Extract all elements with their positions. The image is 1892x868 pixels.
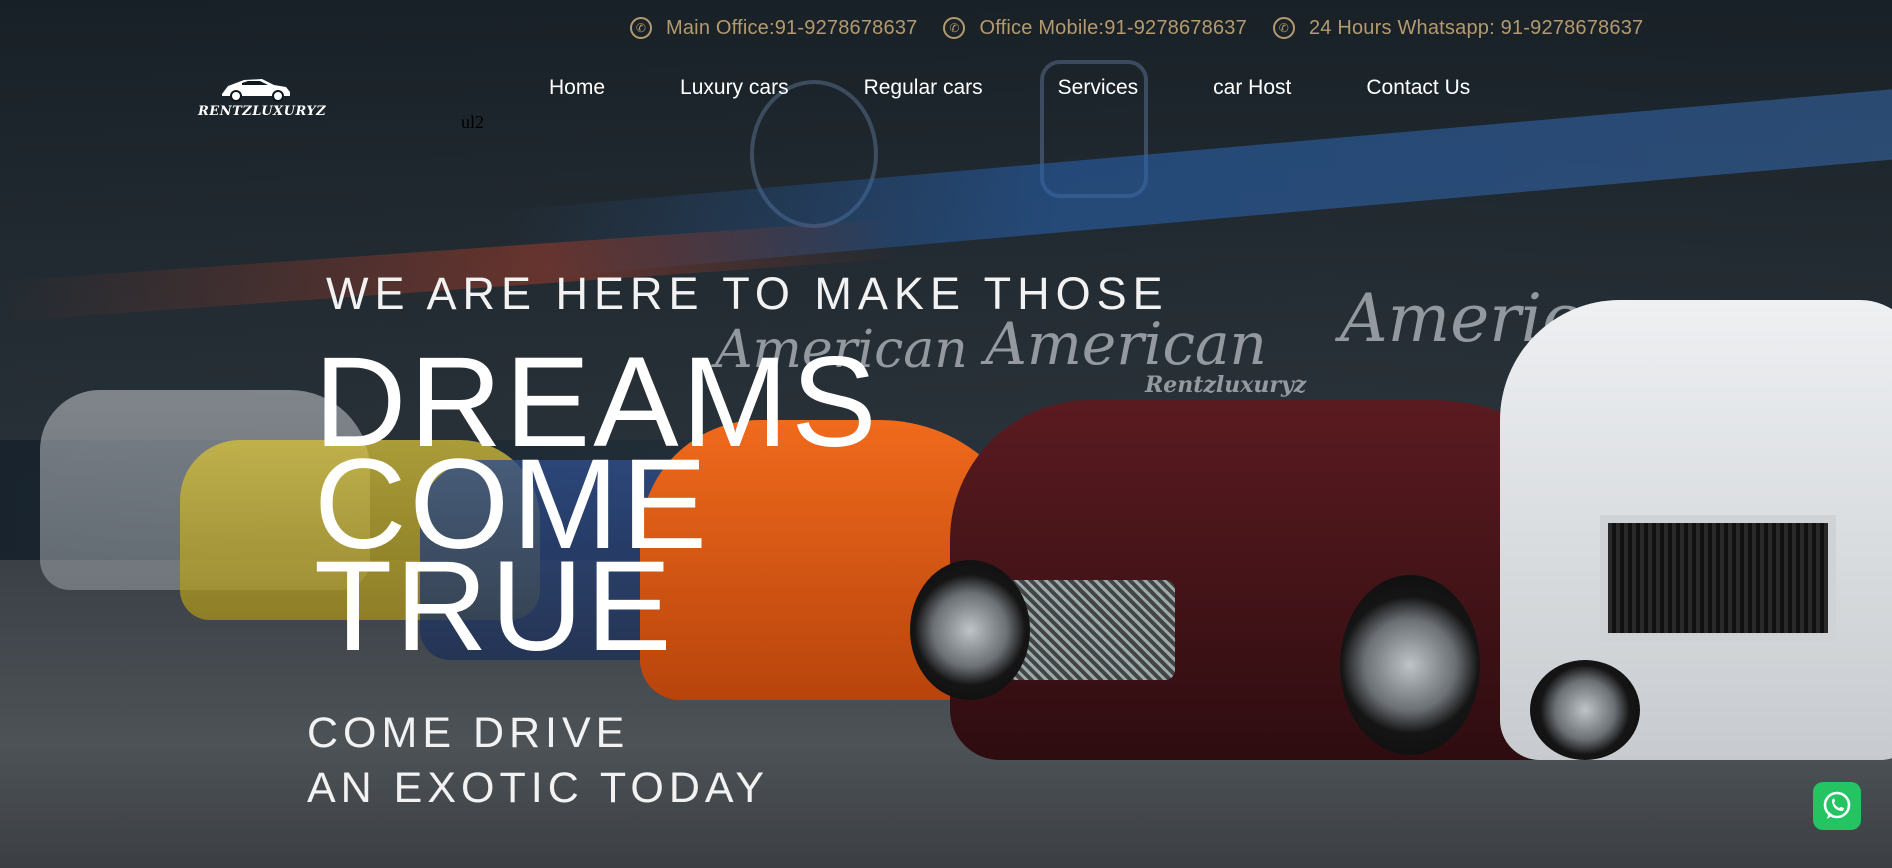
logo-text: RENTZLUXURYZ (198, 104, 327, 119)
car-wheel (1340, 575, 1480, 755)
hero-subheadline: COME DRIVE AN EXOTIC TODAY (307, 706, 769, 816)
site-logo[interactable]: RENTZLUXURYZ (198, 72, 327, 126)
contact-text: 24 Hours Whatsapp: 91-9278678637 (1308, 16, 1644, 39)
contact-main-office[interactable]: ✆ Main Office:91-9278678637 (630, 17, 917, 40)
phone-icon: ✆ (943, 17, 966, 39)
nav-contact-us[interactable]: Contact Us (1366, 76, 1470, 100)
hero-sub-line: AN EXOTIC TODAY (307, 764, 770, 812)
car-wheel (1530, 660, 1640, 760)
contact-text: Office Mobile:91-9278678637 (979, 16, 1247, 39)
main-nav: Home Luxury cars Regular cars Services c… (549, 76, 1470, 100)
stray-text: ul2 (461, 112, 485, 132)
phone-icon: ✆ (1272, 17, 1295, 39)
contact-text: Main Office:91-9278678637 (666, 16, 918, 39)
phone-icon: ✆ (630, 17, 652, 39)
car-grille (1600, 515, 1836, 641)
whatsapp-icon (1823, 791, 1851, 819)
hero-kicker: WE ARE HERE TO MAKE THOSE (326, 268, 1169, 319)
car-wheel (910, 560, 1030, 700)
nav-luxury-cars[interactable]: Luxury cars (680, 76, 789, 100)
nav-car-host[interactable]: car Host (1213, 76, 1291, 100)
whatsapp-button[interactable] (1813, 782, 1861, 830)
wall-script: American (985, 310, 1267, 378)
hero-headline-line: TRUE (314, 535, 675, 678)
contact-office-mobile[interactable]: ✆ Office Mobile:91-9278678637 (943, 16, 1247, 40)
contact-whatsapp[interactable]: ✆ 24 Hours Whatsapp: 91-9278678637 (1272, 16, 1644, 40)
hero-sub-line: COME DRIVE (307, 709, 630, 757)
nav-services[interactable]: Services (1058, 76, 1139, 100)
nav-regular-cars[interactable]: Regular cars (864, 76, 983, 100)
car-logo-icon (222, 79, 290, 102)
hero-background: American American Rentzluxuryz American … (0, 0, 1892, 868)
wall-script-sub: Rentzluxuryz (1145, 372, 1307, 398)
hero-headline: DREAMS COME TRUE (314, 339, 880, 678)
nav-home[interactable]: Home (549, 76, 605, 100)
contact-bar: ✆ Main Office:91-9278678637 ✆ Office Mob… (630, 10, 1669, 46)
